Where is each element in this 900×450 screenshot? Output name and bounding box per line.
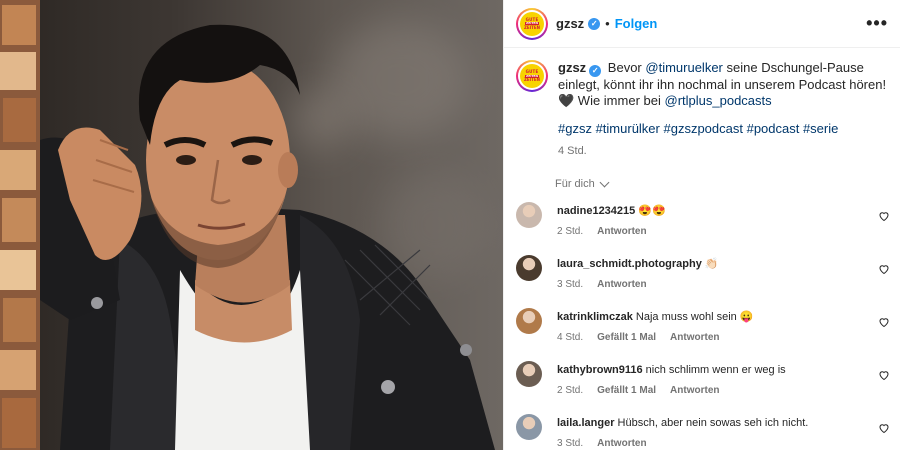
comment-row: katrinklimczak Naja muss wohl sein 😛 4 S… <box>504 306 900 359</box>
comment-age: 2 Std. <box>557 385 584 396</box>
comment-sort-dropdown[interactable]: Für dich <box>555 177 900 190</box>
caption-hashtags[interactable]: #gzsz #timurülker #gzszpodcast #podcast … <box>558 121 888 137</box>
reply-button[interactable]: Antworten <box>670 384 719 398</box>
comment-text: 😍😍 <box>638 205 666 217</box>
comment-age: 3 Std. <box>557 438 584 449</box>
comment-row: laila.langer Hübsch, aber nein sowas seh… <box>504 412 900 450</box>
heart-icon[interactable] <box>878 316 890 328</box>
gzsz-logo: GUTE ZEITEN ZEITEN <box>520 64 544 88</box>
caption-username[interactable]: gzsz <box>558 60 586 75</box>
post-photo[interactable] <box>0 0 503 450</box>
follow-button[interactable]: Folgen <box>615 16 658 31</box>
heart-icon[interactable] <box>878 210 890 222</box>
more-options-icon[interactable]: ••• <box>866 13 888 34</box>
commenter-avatar[interactable] <box>516 361 542 387</box>
mention-timuruelker[interactable]: @timuruelker <box>645 60 723 75</box>
reply-button[interactable]: Antworten <box>597 278 646 292</box>
heart-icon[interactable] <box>878 422 890 434</box>
separator-dot: • <box>605 16 610 31</box>
account-username[interactable]: gzsz <box>556 16 584 31</box>
reply-button[interactable]: Antworten <box>597 225 646 239</box>
comment-text: nich schlimm wenn er weg is <box>645 364 786 376</box>
post-side-panel: GUTE ZEITEN ZEITEN gzsz ✓ • Folgen ••• G… <box>503 0 900 450</box>
commenter-avatar[interactable] <box>516 414 542 440</box>
verified-badge-icon: ✓ <box>588 17 601 30</box>
caption-avatar[interactable]: GUTE ZEITEN ZEITEN <box>516 60 548 92</box>
chevron-down-icon <box>599 177 610 187</box>
comment-sort-label: Für dich <box>555 178 595 190</box>
comment-text: 👏🏻 <box>704 258 719 270</box>
comment-age: 4 Std. <box>557 332 584 343</box>
commenter-username[interactable]: kathybrown9116 <box>557 364 643 376</box>
commenter-username[interactable]: laila.langer <box>557 417 614 429</box>
comment-likes[interactable]: Gefällt 1 Mal <box>597 331 656 345</box>
comment-row: nadine1234215 😍😍 2 Std. Antworten <box>504 200 900 253</box>
mention-rtlplus-podcasts[interactable]: @rtlplus_podcasts <box>665 93 772 108</box>
commenter-avatar[interactable] <box>516 202 542 228</box>
commenter-username[interactable]: nadine1234215 <box>557 205 635 217</box>
commenter-username[interactable]: laura_schmidt.photography <box>557 258 702 270</box>
comment-text: Hübsch, aber nein sowas seh ich nicht. <box>617 417 809 429</box>
reply-button[interactable]: Antworten <box>597 437 646 450</box>
post-header: GUTE ZEITEN ZEITEN gzsz ✓ • Folgen ••• <box>504 0 900 48</box>
comment-text: Naja muss wohl sein 😛 <box>635 311 754 323</box>
gzsz-logo: GUTE ZEITEN ZEITEN <box>520 11 544 36</box>
comments-list: nadine1234215 😍😍 2 Std. Antworten laura_s… <box>504 200 900 450</box>
comment-likes[interactable]: Gefällt 1 Mal <box>597 384 656 398</box>
comment-row: kathybrown9116 nich schlimm wenn er weg … <box>504 359 900 412</box>
caption-body: gzsz ✓ Bevor @timuruelker seine Dschungel… <box>558 60 888 159</box>
portrait-illustration <box>0 0 495 450</box>
reply-button[interactable]: Antworten <box>670 331 719 345</box>
heart-icon[interactable] <box>878 369 890 381</box>
verified-badge-icon: ✓ <box>589 65 602 77</box>
commenter-username[interactable]: katrinklimczak <box>557 311 633 323</box>
comment-row: laura_schmidt.photography 👏🏻 3 Std. Antwo… <box>504 253 900 306</box>
commenter-avatar[interactable] <box>516 255 542 281</box>
comment-age: 2 Std. <box>557 226 584 237</box>
caption-text-start: Bevor <box>607 60 642 75</box>
post-caption: GUTE ZEITEN ZEITEN gzsz ✓ Bevor @timuruel… <box>504 48 900 159</box>
caption-timestamp: 4 Std. <box>558 145 587 157</box>
comment-age: 3 Std. <box>557 279 584 290</box>
brick-wall <box>0 0 40 450</box>
account-avatar[interactable]: GUTE ZEITEN ZEITEN <box>516 7 548 40</box>
heart-icon[interactable] <box>878 263 890 275</box>
commenter-avatar[interactable] <box>516 308 542 334</box>
caption-text: gzsz ✓ Bevor @timuruelker seine Dschungel… <box>558 60 888 109</box>
